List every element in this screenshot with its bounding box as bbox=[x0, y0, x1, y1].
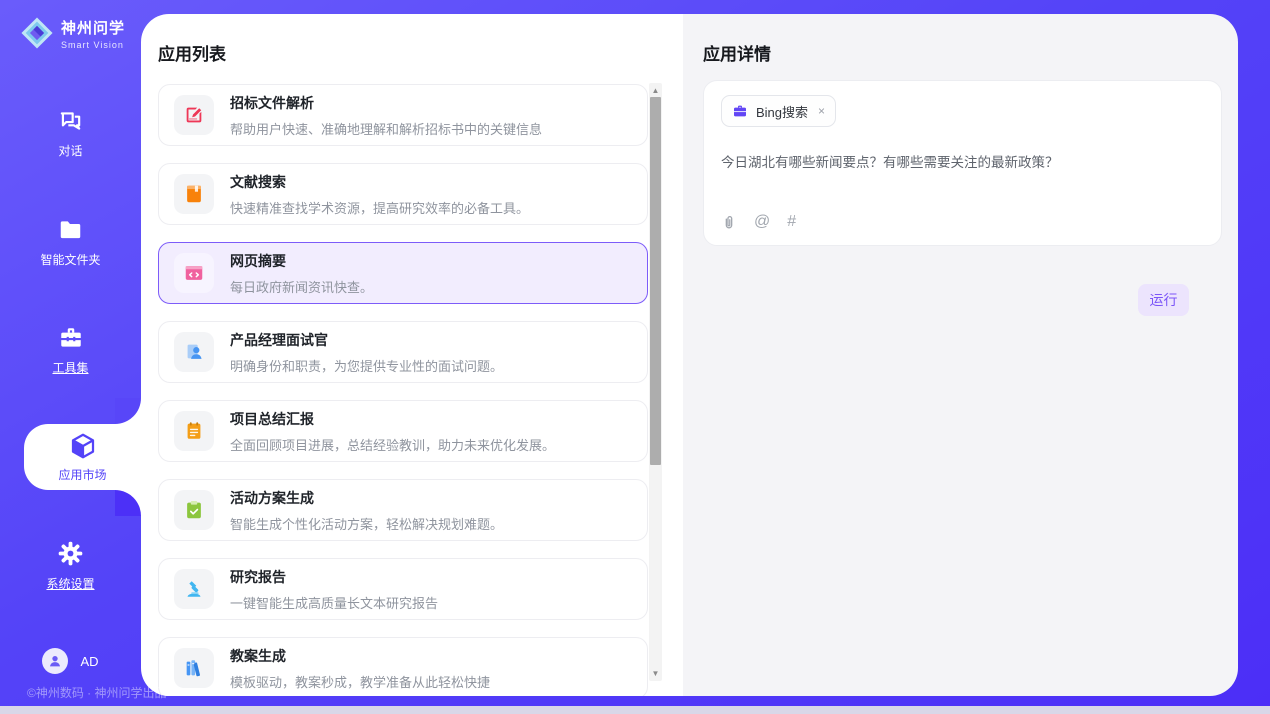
sidebar-item-toolset[interactable]: 工具集 bbox=[0, 325, 141, 376]
content-shell: 应用列表 招标文件解析 帮助用户快速、准确地理解和解析招标书中的关键信息 bbox=[141, 14, 1238, 696]
app-desc: 明确身份和职责，为您提供专业性的面试问题。 bbox=[230, 356, 503, 375]
composer-card[interactable]: Bing搜索 × 今日湖北有哪些新闻要点？有哪些需要关注的最新政策？ @ # bbox=[703, 80, 1222, 246]
app-icon-box bbox=[174, 253, 214, 293]
app-name: 招标文件解析 bbox=[230, 93, 542, 113]
app-card-web-summary-selected[interactable]: 网页摘要 每日政府新闻资讯快查。 bbox=[158, 242, 648, 304]
composer-toolbar: @ # bbox=[721, 213, 796, 231]
briefcase-icon bbox=[732, 103, 748, 119]
app-card-project-summary[interactable]: 项目总结汇报 全面回顾项目进展，总结经验教训，助力未来优化发展。 bbox=[158, 400, 648, 462]
hash-tag-icon[interactable]: # bbox=[787, 213, 796, 231]
at-mention-icon[interactable]: @ bbox=[754, 213, 770, 231]
app-icon-box bbox=[174, 569, 214, 609]
app-list-panel: 应用列表 招标文件解析 帮助用户快速、准确地理解和解析招标书中的关键信息 bbox=[141, 14, 683, 696]
brand-subtitle: Smart Vision bbox=[61, 40, 125, 50]
scroll-down-icon[interactable]: ▼ bbox=[649, 667, 662, 680]
app-name: 项目总结汇报 bbox=[230, 409, 555, 429]
avatar bbox=[42, 648, 68, 674]
app-card-research-report[interactable]: 研究报告 一键智能生成高质量长文本研究报告 bbox=[158, 558, 648, 620]
user-account[interactable]: AD bbox=[0, 648, 141, 674]
app-desc: 智能生成个性化活动方案，轻松解决规划难题。 bbox=[230, 514, 503, 533]
microscope-icon bbox=[183, 578, 205, 600]
app-icon-box bbox=[174, 332, 214, 372]
sidebar-item-settings[interactable]: 系统设置 bbox=[0, 540, 141, 592]
sidebar-item-label: 应用市场 bbox=[58, 466, 106, 483]
sidebar-item-smart-folder[interactable]: 智能文件夹 bbox=[0, 217, 141, 268]
sidebar-item-chat[interactable]: 对话 bbox=[0, 108, 141, 159]
app-list: 招标文件解析 帮助用户快速、准确地理解和解析招标书中的关键信息 文献搜索 快速精… bbox=[158, 84, 648, 696]
app-detail-panel: 应用详情 Bing搜索 × 今日湖北有哪些新闻要点？有哪些需要关注的最新政策？ … bbox=[683, 14, 1238, 696]
toolbox-icon bbox=[57, 325, 85, 351]
app-desc: 帮助用户快速、准确地理解和解析招标书中的关键信息 bbox=[230, 119, 542, 138]
paperclip-icon[interactable] bbox=[721, 214, 737, 231]
app-card-lesson-plan[interactable]: 教案生成 模板驱动，教案秒成，教学准备从此轻松快捷 bbox=[158, 637, 648, 696]
app-name: 研究报告 bbox=[230, 567, 438, 587]
app-name: 活动方案生成 bbox=[230, 488, 503, 508]
sidebar-item-label: 系统设置 bbox=[46, 575, 94, 592]
tool-chip-label: Bing搜索 bbox=[756, 102, 808, 121]
scrollbar-thumb[interactable] bbox=[650, 97, 661, 465]
copyright-text: ©神州数码 · 神州问学出品 bbox=[27, 684, 167, 701]
app-card-literature-search[interactable]: 文献搜索 快速精准查找学术资源，提高研究效率的必备工具。 bbox=[158, 163, 648, 225]
active-item-notch-top bbox=[115, 398, 141, 424]
app-detail-title: 应用详情 bbox=[703, 40, 771, 65]
tool-chip-bing-search[interactable]: Bing搜索 × bbox=[721, 95, 836, 127]
active-item-notch-bottom bbox=[115, 490, 141, 516]
app-desc: 模板驱动，教案秒成，教学准备从此轻松快捷 bbox=[230, 672, 490, 691]
cube-icon bbox=[68, 431, 98, 461]
sidebar-item-label: 工具集 bbox=[52, 359, 88, 376]
query-text[interactable]: 今日湖北有哪些新闻要点？有哪些需要关注的最新政策？ bbox=[721, 153, 1204, 173]
notepad-icon bbox=[183, 420, 205, 442]
book-icon bbox=[183, 183, 205, 205]
person-icon bbox=[47, 653, 63, 669]
browser-code-icon bbox=[183, 262, 205, 284]
app-desc: 一键智能生成高质量长文本研究报告 bbox=[230, 593, 438, 612]
user-name: AD bbox=[80, 654, 98, 669]
app-card-event-plan[interactable]: 活动方案生成 智能生成个性化活动方案，轻松解决规划难题。 bbox=[158, 479, 648, 541]
app-icon-box bbox=[174, 490, 214, 530]
brand-logo: 神州问学 Smart Vision bbox=[20, 16, 125, 50]
brand-name: 神州问学 bbox=[61, 17, 125, 38]
sidebar-item-app-market-active[interactable]: 应用市场 bbox=[24, 424, 141, 490]
app-icon-box bbox=[174, 648, 214, 688]
app-card-pm-interviewer[interactable]: 产品经理面试官 明确身份和职责，为您提供专业性的面试问题。 bbox=[158, 321, 648, 383]
app-icon-box bbox=[174, 411, 214, 451]
app-list-scrollbar[interactable]: ▲ ▼ bbox=[649, 83, 662, 681]
app-card-bid-parse[interactable]: 招标文件解析 帮助用户快速、准确地理解和解析招标书中的关键信息 bbox=[158, 84, 648, 146]
app-name: 网页摘要 bbox=[230, 251, 373, 271]
app-name: 教案生成 bbox=[230, 646, 490, 666]
sidebar-item-label: 智能文件夹 bbox=[40, 251, 100, 268]
run-button[interactable]: 运行 bbox=[1138, 284, 1189, 316]
chat-icon bbox=[57, 108, 84, 134]
sidebar-item-label: 对话 bbox=[58, 142, 82, 159]
chip-close-icon[interactable]: × bbox=[818, 104, 825, 118]
app-desc: 全面回顾项目进展，总结经验教训，助力未来优化发展。 bbox=[230, 435, 555, 454]
window-bottom-edge bbox=[0, 706, 1270, 714]
app-desc: 每日政府新闻资讯快查。 bbox=[230, 277, 373, 296]
scroll-up-icon[interactable]: ▲ bbox=[649, 84, 662, 97]
app-name: 产品经理面试官 bbox=[230, 330, 503, 350]
folder-icon bbox=[57, 217, 84, 243]
app-icon-box bbox=[174, 174, 214, 214]
app-list-title: 应用列表 bbox=[158, 40, 226, 65]
edit-document-icon bbox=[183, 104, 205, 126]
interviewer-icon bbox=[183, 341, 205, 363]
gear-icon bbox=[57, 540, 84, 567]
app-name: 文献搜索 bbox=[230, 172, 529, 192]
brand-gem-icon bbox=[20, 16, 54, 50]
sidebar: 神州问学 Smart Vision 对话 智能文件夹 工具集 应用市场 bbox=[0, 0, 141, 706]
app-icon-box bbox=[174, 95, 214, 135]
books-icon bbox=[183, 657, 205, 679]
clipboard-check-icon bbox=[183, 499, 205, 521]
app-desc: 快速精准查找学术资源，提高研究效率的必备工具。 bbox=[230, 198, 529, 217]
